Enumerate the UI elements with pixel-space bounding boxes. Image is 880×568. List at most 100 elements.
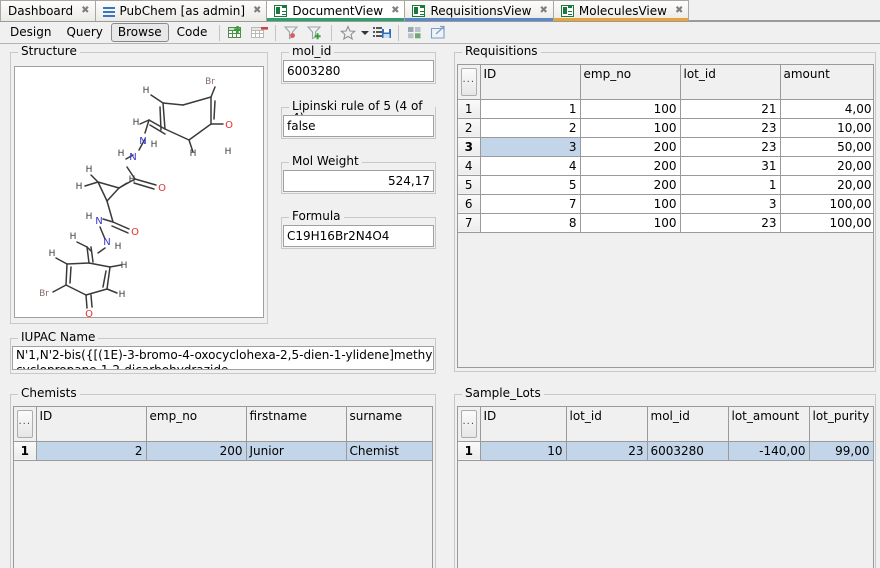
add-row-icon[interactable]	[225, 23, 247, 43]
cell-amount[interactable]: 20,00	[780, 175, 874, 194]
add-filter-icon[interactable]	[304, 23, 326, 43]
table-row[interactable]: 6 7 100 3 100,00	[458, 194, 874, 213]
code-button[interactable]: Code	[170, 23, 215, 42]
column-header[interactable]: ID	[480, 65, 580, 99]
table-row[interactable]: 7 8 100 23 100,00	[458, 213, 874, 232]
cell-emp-no[interactable]: 100	[580, 118, 680, 137]
select-all-corner-button[interactable]: ...	[458, 65, 480, 99]
row-number[interactable]: 1	[14, 441, 36, 460]
cell-id[interactable]: 2	[36, 441, 146, 460]
cell-amount[interactable]: 100,00	[780, 213, 874, 232]
cell-lot-id[interactable]: 31	[680, 156, 780, 175]
cell-emp-no[interactable]: 100	[580, 194, 680, 213]
cell-emp-no[interactable]: 200	[146, 441, 246, 460]
column-header[interactable]: lot_purity	[809, 407, 873, 441]
close-icon[interactable]: ✖	[675, 6, 682, 16]
cell-firstname[interactable]: Junior	[246, 441, 346, 460]
table-row[interactable]: 1 2 200 Junior Chemist	[14, 441, 432, 460]
close-icon[interactable]: ✖	[81, 6, 88, 16]
browse-button[interactable]: Browse	[111, 23, 169, 42]
open-window-icon[interactable]	[427, 23, 449, 43]
column-header[interactable]: emp_no	[146, 407, 246, 441]
table-row[interactable]: 2 2 100 23 10,00	[458, 118, 874, 137]
structure-canvas[interactable]: Br O H H H H N H N H O H H H O	[14, 66, 264, 318]
cell-id[interactable]: 1	[480, 99, 580, 118]
select-all-corner-button[interactable]: ...	[14, 407, 36, 441]
cell-amount[interactable]: 4,00	[780, 99, 874, 118]
chemists-table[interactable]: ... ID emp_no firstname surname 1 2 200 …	[13, 406, 433, 568]
column-header[interactable]: ID	[480, 407, 566, 441]
select-all-corner-button[interactable]: ...	[458, 407, 480, 441]
row-number[interactable]: 6	[458, 194, 480, 213]
row-number[interactable]: 1	[458, 441, 480, 460]
tab-pubchem[interactable]: PubChem [as admin] ✖	[96, 0, 268, 21]
cell-lot-purity[interactable]: 99,00	[809, 441, 873, 460]
row-number[interactable]: 2	[458, 118, 480, 137]
tab-documentview[interactable]: DocumentView ✖	[267, 0, 405, 21]
cell-id[interactable]: 3	[480, 137, 580, 156]
tab-requisitionsview[interactable]: RequisitionsView ✖	[405, 0, 553, 21]
table-row[interactable]: 1 10 23 6003280 -140,00 99,00	[458, 441, 873, 460]
column-header[interactable]: lot_id	[566, 407, 647, 441]
row-number[interactable]: 3	[458, 137, 480, 156]
table-row[interactable]: 4 4 200 31 20,00	[458, 156, 874, 175]
requisitions-table[interactable]: ... ID emp_no lot_id amount 1 1 100 21 4…	[457, 64, 874, 368]
row-number[interactable]: 1	[458, 99, 480, 118]
close-icon[interactable]: ✖	[253, 6, 260, 16]
row-number[interactable]: 5	[458, 175, 480, 194]
cell-mol-id[interactable]: 6003280	[647, 441, 728, 460]
query-button[interactable]: Query	[59, 23, 109, 42]
design-button[interactable]: Design	[3, 23, 58, 42]
iupac-input[interactable]: N'1,N'2-bis({[(1E)-3-bromo-4-oxocyclohex…	[12, 346, 434, 370]
cell-lot-id[interactable]: 23	[680, 137, 780, 156]
mol-weight-input[interactable]: 524,17	[283, 170, 434, 192]
cell-emp-no[interactable]: 100	[580, 213, 680, 232]
table-row[interactable]: 3 3 200 23 50,00	[458, 137, 874, 156]
column-header[interactable]: lot_amount	[728, 407, 809, 441]
cell-id[interactable]: 7	[480, 194, 580, 213]
tab-moleculesview[interactable]: MoleculesView ✖	[554, 0, 689, 21]
cell-amount[interactable]: 10,00	[780, 118, 874, 137]
cell-emp-no[interactable]: 200	[580, 175, 680, 194]
cell-amount[interactable]: 100,00	[780, 194, 874, 213]
bookmark-star-icon[interactable]	[337, 23, 359, 43]
column-header[interactable]: mol_id	[647, 407, 728, 441]
cell-id[interactable]: 5	[480, 175, 580, 194]
chevron-down-icon[interactable]	[360, 23, 370, 43]
column-header[interactable]: lot_id	[680, 65, 780, 99]
cell-id[interactable]: 10	[480, 441, 566, 460]
column-header[interactable]: amount	[780, 65, 874, 99]
row-number[interactable]: 4	[458, 156, 480, 175]
cell-lot-amount[interactable]: -140,00	[728, 441, 809, 460]
cell-lot-id[interactable]: 21	[680, 99, 780, 118]
cell-lot-id[interactable]: 23	[680, 213, 780, 232]
column-header[interactable]: ID	[36, 407, 146, 441]
mol-id-input[interactable]: 6003280	[283, 60, 434, 82]
cell-id[interactable]: 2	[480, 118, 580, 137]
close-icon[interactable]: ✖	[391, 6, 398, 16]
cell-id[interactable]: 8	[480, 213, 580, 232]
cell-lot-id[interactable]: 23	[566, 441, 647, 460]
formula-input[interactable]: C19H16Br2N4O4	[283, 225, 434, 247]
cell-lot-id[interactable]: 23	[680, 118, 780, 137]
cell-lot-id[interactable]: 1	[680, 175, 780, 194]
column-header[interactable]: emp_no	[580, 65, 680, 99]
cell-amount[interactable]: 20,00	[780, 156, 874, 175]
save-record-icon[interactable]	[371, 23, 393, 43]
cell-emp-no[interactable]: 200	[580, 156, 680, 175]
layout-grid-icon[interactable]	[404, 23, 426, 43]
tab-dashboard[interactable]: Dashboard ✖	[0, 0, 96, 21]
table-row[interactable]: 1 1 100 21 4,00	[458, 99, 874, 118]
cell-id[interactable]: 4	[480, 156, 580, 175]
row-number[interactable]: 7	[458, 213, 480, 232]
cell-surname[interactable]: Chemist	[346, 441, 432, 460]
column-header[interactable]: firstname	[246, 407, 346, 441]
cell-lot-id[interactable]: 3	[680, 194, 780, 213]
close-icon[interactable]: ✖	[540, 6, 547, 16]
remove-filter-icon[interactable]	[281, 23, 303, 43]
table-row[interactable]: 5 5 200 1 20,00	[458, 175, 874, 194]
lipinski-input[interactable]: false	[283, 115, 434, 137]
cell-emp-no[interactable]: 200	[580, 137, 680, 156]
sample-lots-table[interactable]: ... ID lot_id mol_id lot_amount lot_puri…	[457, 406, 874, 568]
column-header[interactable]: surname	[346, 407, 432, 441]
